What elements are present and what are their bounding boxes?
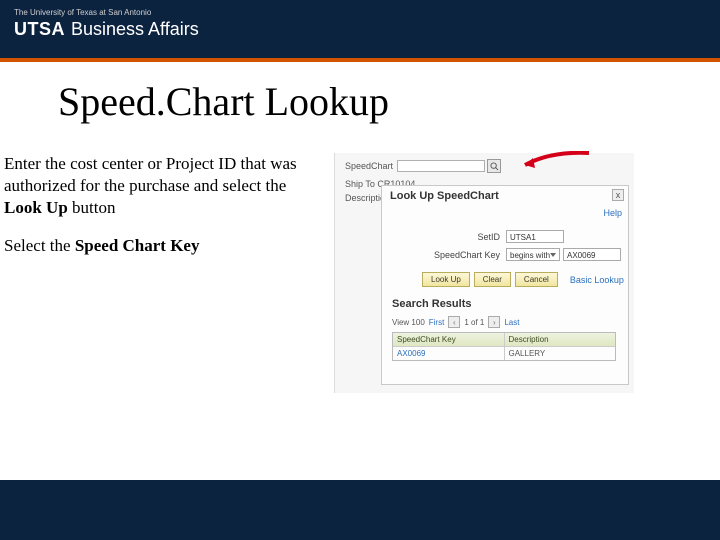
instruction-text: Enter the cost center or Project ID that…	[4, 153, 334, 393]
pager-last[interactable]: Last	[504, 318, 519, 327]
setid-label: SetID	[422, 232, 500, 242]
speedchart-key-label: SpeedChart Key	[422, 250, 500, 260]
modal-button-row: Look Up Clear Cancel Basic Lookup	[422, 272, 624, 287]
department-name: Business Affairs	[71, 19, 199, 40]
pager-prev-button[interactable]: ‹	[448, 316, 460, 328]
speedchart-input[interactable]	[397, 160, 485, 172]
setid-value: UTSA1	[506, 230, 564, 243]
search-results-title: Search Results	[392, 298, 471, 310]
operator-dropdown[interactable]: begins with	[506, 248, 560, 261]
red-arrow-annotation	[521, 151, 591, 171]
header-brand: UTSA Business Affairs	[14, 19, 706, 40]
slide-title: Speed.Chart Lookup	[58, 78, 672, 125]
result-description: GALLERY	[505, 346, 616, 360]
pager-next-button[interactable]: ›	[488, 316, 500, 328]
lookup-button[interactable]	[487, 159, 501, 173]
view-100[interactable]: View 100	[392, 318, 425, 327]
slide-content: Speed.Chart Lookup Enter the cost center…	[0, 62, 720, 393]
utsa-logo: UTSA	[14, 19, 65, 40]
speedchart-key-input[interactable]: AX0069	[563, 248, 621, 261]
table-row: AX0069 GALLERY	[393, 346, 615, 360]
pager-first[interactable]: First	[429, 318, 445, 327]
pager-range: 1 of 1	[464, 318, 484, 327]
col-speedchart-key[interactable]: SpeedChart Key	[393, 333, 505, 346]
speedchart-field-row: SpeedChart	[345, 159, 501, 173]
instruction-2: Select the Speed Chart Key	[4, 235, 328, 257]
results-pager: View 100 First ‹ 1 of 1 › Last	[392, 316, 519, 328]
lookup-submit-button[interactable]: Look Up	[422, 272, 470, 287]
basic-lookup-link[interactable]: Basic Lookup	[570, 275, 624, 285]
table-header-row: SpeedChart Key Description	[393, 333, 615, 346]
modal-close-button[interactable]: x	[612, 189, 624, 201]
footer-bar	[0, 480, 720, 540]
speedchart-label: SpeedChart	[345, 161, 393, 171]
cancel-button[interactable]: Cancel	[515, 272, 558, 287]
speedchart-key-row: SpeedChart Key begins with AX0069	[422, 248, 621, 261]
help-link[interactable]: Help	[603, 208, 622, 218]
result-key-link[interactable]: AX0069	[393, 346, 505, 360]
setid-row: SetID UTSA1	[422, 230, 564, 243]
magnifier-icon	[490, 162, 499, 171]
results-table: SpeedChart Key Description AX0069 GALLER…	[392, 332, 616, 361]
ship-to-label: Ship To	[345, 179, 375, 189]
content-row: Enter the cost center or Project ID that…	[48, 153, 672, 393]
modal-title: Look Up SpeedChart	[390, 190, 499, 202]
clear-button[interactable]: Clear	[474, 272, 511, 287]
lookup-modal: Look Up SpeedChart x Help SetID UTSA1 Sp…	[381, 185, 629, 385]
university-name: The University of Texas at San Antonio	[14, 8, 706, 17]
col-description[interactable]: Description	[505, 333, 616, 346]
instruction-1: Enter the cost center or Project ID that…	[4, 153, 328, 219]
screenshot-panel: SpeedChart Ship To CR10104 Description T…	[334, 153, 634, 393]
header-bar: The University of Texas at San Antonio U…	[0, 0, 720, 58]
